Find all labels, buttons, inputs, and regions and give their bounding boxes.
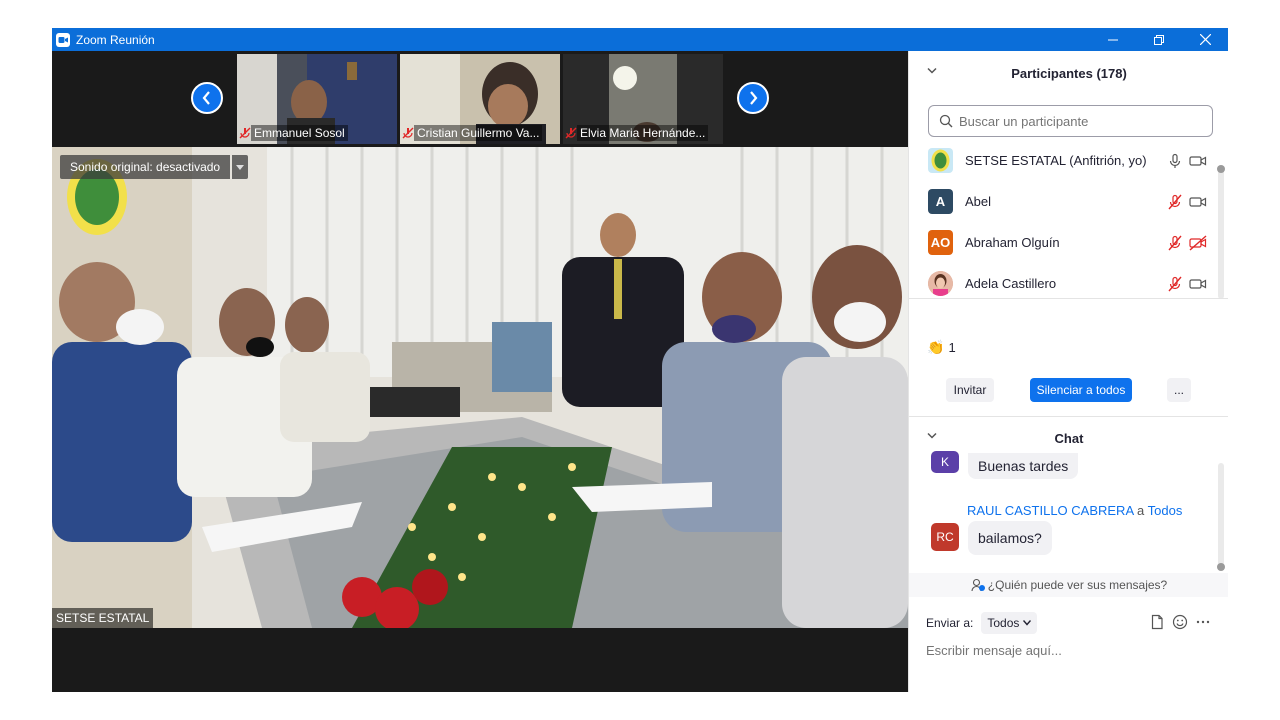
scroll-up-indicator [1217, 165, 1225, 173]
muted-mic-icon[interactable] [1167, 194, 1183, 210]
close-icon [1199, 34, 1211, 45]
file-icon[interactable] [1149, 614, 1165, 630]
zoom-app-icon [56, 32, 70, 47]
user-photo-icon [928, 271, 953, 296]
zoom-window: Zoom Reunión Emmanuel Sosol Cristian Gui… [52, 28, 1228, 692]
user-info-icon [971, 578, 985, 592]
emoji-icon[interactable] [1172, 614, 1188, 630]
mute-all-button[interactable]: Silenciar a todos [1030, 378, 1132, 402]
more-icon[interactable] [1195, 614, 1211, 630]
microphone-icon[interactable] [1167, 153, 1183, 169]
original-sound-toggle[interactable]: Sonido original: desactivado [60, 155, 249, 179]
avatar [928, 148, 953, 173]
participant-row[interactable]: Adela Castillero [909, 263, 1219, 298]
chat-sender-line: RAUL CASTILLO CABRERA a Todos [967, 503, 1183, 518]
send-to-selector: Enviar a: Todos [926, 612, 1038, 634]
video-off-icon[interactable] [1189, 234, 1207, 251]
invite-button[interactable]: Invitar [946, 378, 994, 402]
muted-mic-icon [565, 127, 577, 139]
previous-page-button[interactable] [191, 82, 223, 114]
chat-avatar: K [931, 451, 959, 473]
video-camera-icon[interactable] [1189, 194, 1207, 210]
chat-title: Chat [1054, 430, 1084, 446]
chevron-down-icon [1023, 620, 1032, 626]
participant-row[interactable]: AO Abraham Olguín [909, 222, 1219, 263]
chat-message-input[interactable] [926, 639, 1216, 661]
chat-message-bubble: Buenas tardes [968, 453, 1079, 479]
scroll-down-indicator [1217, 563, 1225, 571]
minimize-button[interactable] [1090, 28, 1136, 51]
speaker-name-label: SETSE ESTATAL [52, 608, 154, 628]
setse-logo-icon [931, 149, 950, 172]
participant-name: Abel [965, 194, 992, 209]
muted-mic-icon [239, 127, 251, 139]
restore-button[interactable] [1136, 28, 1182, 51]
video-thumbnail[interactable]: Cristian Guillermo Va... [400, 54, 560, 144]
original-sound-dropdown[interactable] [232, 155, 249, 179]
video-camera-icon[interactable] [1189, 276, 1207, 292]
chevron-down-icon [236, 164, 245, 170]
close-button[interactable] [1182, 28, 1228, 51]
chat-recipient: Todos [1147, 503, 1183, 518]
chat-scrollbar[interactable] [1218, 463, 1224, 567]
avatar [928, 271, 953, 296]
title-bar: Zoom Reunión [52, 28, 1228, 51]
chevron-right-icon [750, 91, 758, 105]
thumbnail-name: Elvia Maria Hernánde... [565, 124, 721, 142]
collapse-participants-icon[interactable] [927, 67, 937, 75]
restore-icon [1154, 34, 1164, 45]
muted-mic-icon [402, 127, 414, 139]
thumbnail-name: Cristian Guillermo Va... [402, 124, 558, 142]
participant-row[interactable]: A Abel [909, 181, 1219, 222]
avatar: AO [928, 230, 953, 255]
recipient-dropdown[interactable]: Todos [981, 612, 1038, 634]
search-input[interactable] [959, 113, 1199, 129]
chat-sender-name[interactable]: RAUL CASTILLO CABRERA [967, 503, 1133, 518]
participant-name: Adela Castillero [965, 276, 1057, 291]
collapse-chat-icon[interactable] [927, 432, 937, 440]
side-panel: Participantes (178) SETSE ESTATAL (Anfit… [908, 51, 1228, 692]
reaction-counter: 👏 1 [927, 339, 956, 355]
meeting-room-scene [52, 147, 908, 628]
video-bottom-area [52, 628, 908, 692]
thumbnail-strip: Emmanuel Sosol Cristian Guillermo Va... [52, 51, 908, 147]
participant-row[interactable]: SETSE ESTATAL (Anfitrión, yo) [909, 143, 1219, 181]
who-can-see-messages[interactable]: ¿Quién puede ver sus mensajes? [909, 573, 1228, 597]
divider [909, 298, 1228, 299]
chat-avatar: RC [931, 523, 959, 551]
muted-mic-icon[interactable] [1167, 235, 1183, 251]
clap-icon: 👏 [927, 339, 945, 355]
thumbnail-name: Emmanuel Sosol [239, 124, 395, 142]
avatar: A [928, 189, 953, 214]
chat-message-bubble: bailamos? [968, 521, 1052, 555]
participant-search[interactable] [928, 105, 1213, 137]
participants-header: Participantes (178) [909, 51, 1228, 95]
window-title: Zoom Reunión [76, 32, 155, 47]
chevron-left-icon [202, 91, 210, 105]
video-thumbnail[interactable]: Emmanuel Sosol [237, 54, 397, 144]
next-page-button[interactable] [737, 82, 769, 114]
video-camera-icon[interactable] [1189, 153, 1207, 169]
participant-scrollbar[interactable] [1218, 169, 1224, 299]
video-thumbnail[interactable]: Elvia Maria Hernánde... [563, 54, 723, 144]
participants-title: Participantes (178) [1011, 65, 1127, 81]
participant-name: SETSE ESTATAL (Anfitrión, yo) [965, 153, 1147, 168]
search-icon [939, 114, 953, 128]
muted-mic-icon[interactable] [1167, 276, 1183, 292]
original-sound-label: Sonido original: desactivado [60, 155, 231, 179]
active-speaker-video[interactable]: Sonido original: desactivado SETSE ESTAT… [52, 147, 908, 628]
more-options-button[interactable]: ... [1167, 378, 1191, 402]
participant-name: Abraham Olguín [965, 235, 1060, 250]
minimize-icon [1108, 39, 1118, 40]
participant-list: SETSE ESTATAL (Anfitrión, yo) A Abel AO … [909, 143, 1228, 298]
video-area: Emmanuel Sosol Cristian Guillermo Va... [52, 51, 908, 692]
